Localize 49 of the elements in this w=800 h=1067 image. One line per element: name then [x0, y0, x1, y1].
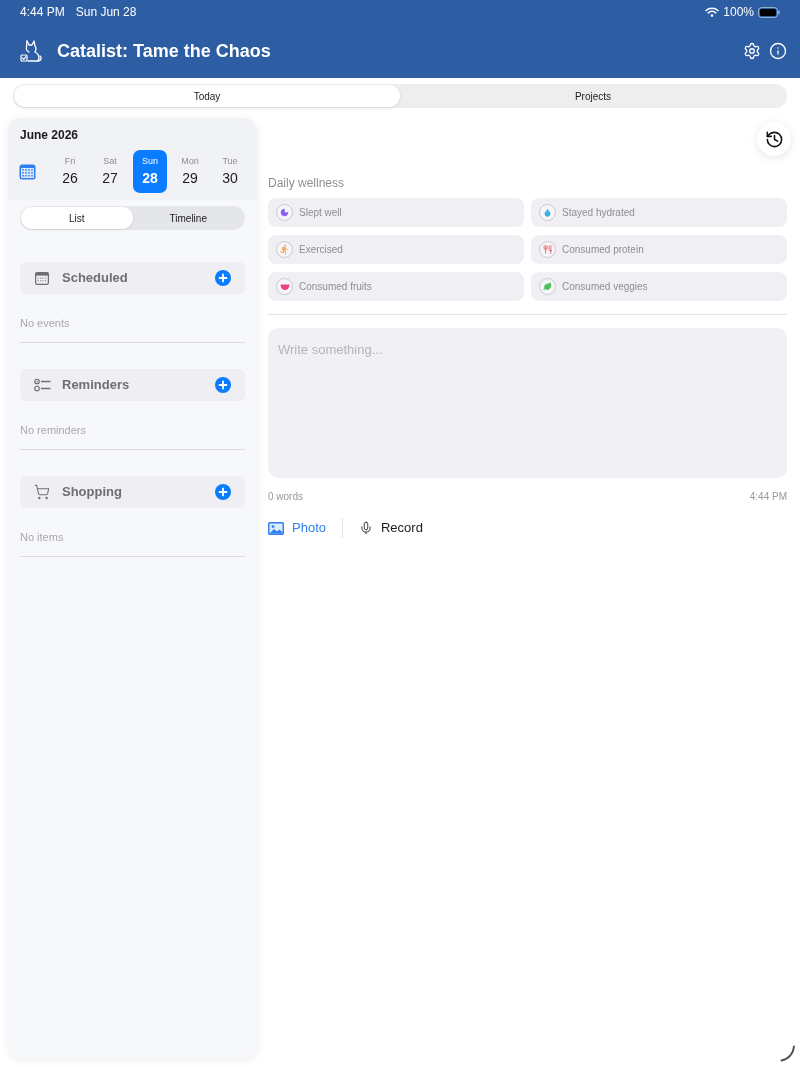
history-icon	[764, 129, 784, 149]
photo-button[interactable]: Photo	[268, 518, 326, 538]
add-button[interactable]	[215, 270, 231, 286]
fork-knife-icon	[539, 241, 556, 258]
empty-message: No reminders	[20, 423, 88, 437]
battery-percent: 100%	[723, 4, 754, 21]
add-button[interactable]	[215, 377, 231, 393]
word-count: 0 words	[268, 491, 303, 503]
month-label: June 2026	[20, 128, 80, 142]
info-button[interactable]	[769, 42, 787, 60]
view-toggle-option[interactable]: List	[21, 207, 133, 229]
empty-message: No events	[20, 316, 71, 330]
history-button[interactable]	[757, 122, 791, 156]
section-title: Shopping	[62, 483, 122, 502]
corner-arc-icon	[780, 1045, 796, 1062]
cat-logo-icon	[20, 39, 42, 63]
view-toggle-option[interactable]: Timeline	[132, 207, 244, 229]
section-title: Reminders	[62, 376, 130, 395]
day-button[interactable]: Sun 28	[133, 150, 167, 193]
battery-icon	[758, 6, 780, 18]
add-button[interactable]	[215, 484, 231, 500]
day-button[interactable]: Mon 29	[173, 150, 207, 193]
day-button[interactable]: Fri 26	[53, 150, 87, 193]
empty-message: No items	[20, 530, 65, 544]
day-button[interactable]: Tue 30	[213, 150, 247, 193]
moon-icon	[276, 204, 293, 221]
note-time: 4:44 PM	[749, 491, 787, 503]
shopping-cart-icon	[34, 484, 50, 500]
status-time: 4:44 PM	[20, 4, 65, 21]
calendar-icon[interactable]	[19, 163, 36, 180]
wellness-title: Daily wellness	[268, 176, 346, 190]
settings-button[interactable]	[743, 42, 761, 60]
tab[interactable]: Today	[14, 85, 400, 107]
checklist-icon	[33, 378, 51, 392]
wifi-icon	[705, 7, 720, 17]
microphone-icon	[359, 520, 373, 536]
droplet-icon	[539, 204, 556, 221]
photo-icon	[268, 521, 284, 535]
note-input[interactable]: Write something...	[268, 328, 787, 478]
leaf-icon	[539, 278, 556, 295]
day-button[interactable]: Sat 27	[93, 150, 127, 193]
record-button[interactable]: Record	[359, 518, 423, 538]
tab[interactable]: Projects	[400, 85, 786, 107]
fruit-slice-icon	[276, 278, 293, 295]
app-title: Catalist: Tame the Chaos	[57, 39, 271, 63]
runner-icon	[276, 241, 293, 258]
section-title: Scheduled	[62, 269, 128, 288]
calendar-icon	[35, 271, 49, 285]
status-date: Sun Jun 28	[75, 4, 137, 21]
